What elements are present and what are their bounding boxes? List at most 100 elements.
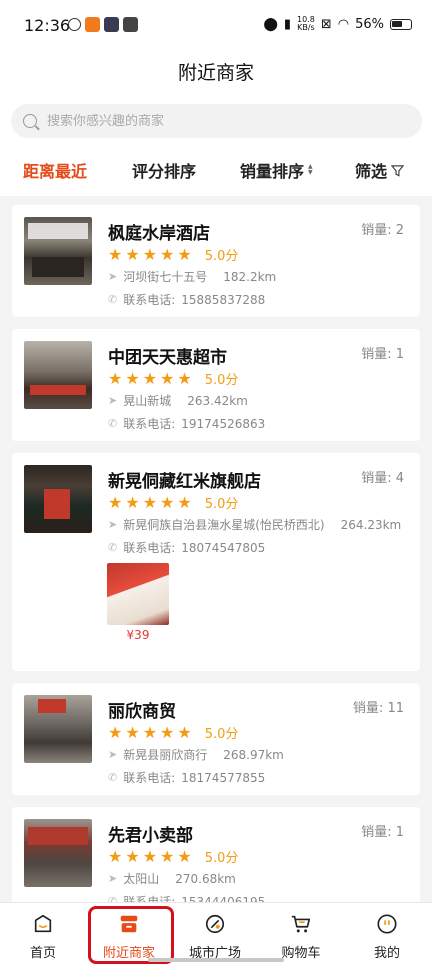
sales-value: 4	[395, 471, 404, 486]
location-arrow-icon: ➤	[108, 872, 118, 885]
search-icon	[23, 114, 37, 128]
star-icon: ★	[108, 369, 123, 388]
star-icon: ★	[125, 723, 140, 742]
tab-home[interactable]: 首页	[0, 903, 86, 964]
cart-icon	[291, 915, 311, 933]
phone-icon: ✆	[108, 771, 118, 784]
phone-number: 15885837288	[181, 292, 266, 307]
address-text: 太阳山	[123, 872, 160, 886]
shop-address: ➤ 太阳山 270.68km	[108, 870, 236, 887]
home-indicator[interactable]	[148, 958, 284, 962]
shop-thumbnail	[24, 465, 92, 533]
star-icon: ★	[125, 847, 140, 866]
sales-value: 1	[395, 347, 404, 362]
phone-label: 联系电话:	[123, 541, 176, 555]
page-title: 附近商家	[177, 62, 254, 84]
network-speed: 10.8 KB/s	[297, 16, 315, 32]
sort-tab-label: 筛选	[355, 162, 388, 181]
distance: 182.2km	[223, 269, 277, 284]
tab-profile[interactable]: 我的	[344, 903, 430, 964]
shop-card[interactable]: 中团天天惠超市 销量: 1 ★ ★ ★ ★ ★ 5.0分 ➤ 晃山新城 263.42km…	[12, 329, 420, 441]
active-tab-highlight	[88, 906, 174, 964]
rating: ★ ★ ★ ★ ★ 5.0分	[108, 847, 238, 866]
star-icon: ★	[177, 847, 192, 866]
star-icon: ★	[108, 847, 123, 866]
sales-label: 销量:	[361, 347, 392, 362]
shop-name: 新晃侗藏红米旗舰店	[108, 472, 261, 492]
star-icon: ★	[177, 723, 192, 742]
sales-label: 销量:	[361, 223, 392, 238]
battery-percent: 56%	[355, 16, 384, 32]
status-time: 12:36	[24, 16, 71, 35]
phone-label: 联系电话:	[123, 293, 176, 307]
tab-label: 首页	[29, 946, 56, 961]
star-icon: ★	[142, 369, 158, 388]
tab-city-square[interactable]: 城市广场	[172, 903, 258, 964]
star-icon: ★	[177, 493, 192, 512]
distance: 263.42km	[187, 393, 248, 408]
shop-phone[interactable]: ✆ 联系电话: 15885837288	[108, 291, 265, 308]
product-item[interactable]: ¥39	[107, 563, 169, 642]
sort-rating-tab[interactable]: 评分排序	[132, 158, 196, 182]
phone-number: 19174526863	[181, 416, 266, 431]
notification-icons	[68, 17, 138, 32]
shop-name: 丽欣商贸	[108, 702, 176, 722]
filter-tab[interactable]: 筛选	[355, 158, 405, 182]
header: 12:36 ⬤ ▮ 10.8 KB/s ⊠ ◠ 56% 附近商家 距离最近	[0, 0, 432, 196]
shop-card[interactable]: 新晃侗藏红米旗舰店 销量: 4 ★ ★ ★ ★ ★ 5.0分 ➤ 新晃侗族自治县潕水星城…	[12, 453, 420, 671]
tab-label: 我的	[373, 946, 400, 961]
location-arrow-icon: ➤	[108, 748, 118, 761]
tab-cart[interactable]: 购物车	[258, 903, 344, 964]
profile-icon	[377, 914, 397, 934]
sort-distance-tab[interactable]: 距离最近	[23, 158, 87, 182]
distance: 270.68km	[175, 871, 236, 886]
shop-phone[interactable]: ✆ 联系电话: 19174526863	[108, 415, 265, 432]
app-notification-icon	[104, 17, 119, 32]
rating-score: 5.0分	[204, 497, 239, 512]
shop-thumbnail	[24, 819, 92, 887]
star-icon: ★	[108, 245, 123, 264]
sort-tab-label: 评分排序	[132, 162, 197, 181]
star-icon: ★	[142, 847, 158, 866]
sales-count: 销量: 11	[353, 697, 404, 716]
shop-list: 枫庭水岸酒店 销量: 2 ★ ★ ★ ★ ★ 5.0分 ➤ 河坝街七十五号 182.2k…	[12, 205, 420, 931]
star-icon: ★	[108, 493, 123, 512]
star-icon: ★	[160, 847, 175, 866]
star-icon: ★	[177, 245, 192, 264]
search-bar[interactable]	[11, 104, 422, 138]
search-input[interactable]	[47, 113, 387, 129]
star-icon: ★	[125, 369, 140, 388]
shop-thumbnail	[24, 217, 92, 285]
shop-phone[interactable]: ✆ 联系电话: 18174577855	[108, 769, 265, 786]
sales-label: 销量:	[361, 825, 392, 840]
rating: ★ ★ ★ ★ ★ 5.0分	[108, 723, 238, 742]
address-text: 晃山新城	[123, 394, 172, 408]
product-image	[107, 563, 169, 625]
star-icon: ★	[142, 493, 158, 512]
no-sim-icon: ⊠	[320, 16, 332, 32]
star-icon: ★	[160, 493, 175, 512]
shop-phone[interactable]: ✆ 联系电话: 18074547805	[108, 539, 265, 556]
shop-card[interactable]: 丽欣商贸 销量: 11 ★ ★ ★ ★ ★ 5.0分 ➤ 新晃县丽欣商行 268.97k…	[12, 683, 420, 795]
sort-tab-label: 销量排序	[240, 162, 305, 181]
sales-count: 销量: 1	[361, 343, 404, 362]
rating-score: 5.0分	[204, 373, 239, 388]
status-bar: 12:36 ⬤ ▮ 10.8 KB/s ⊠ ◠ 56%	[0, 0, 432, 50]
phone-number: 18074547805	[181, 540, 266, 555]
location-arrow-icon: ➤	[108, 518, 118, 531]
sales-value: 11	[387, 701, 404, 716]
phone-icon: ✆	[108, 417, 118, 430]
location-arrow-icon: ➤	[108, 394, 118, 407]
rating-score: 5.0分	[204, 851, 239, 866]
location-arrow-icon: ➤	[108, 270, 118, 283]
address-text: 河坝街七十五号	[123, 270, 208, 284]
phone-icon: ✆	[108, 293, 118, 306]
sort-bar: 距离最近 评分排序 销量排序 ▲ ▼ 筛选	[0, 150, 432, 190]
app-notification-icon	[68, 18, 81, 31]
shop-thumbnail	[24, 341, 92, 409]
bottom-tab-bar: 首页 附近商家 城市广场 购物车 我的	[0, 902, 432, 964]
shop-card[interactable]: 枫庭水岸酒店 销量: 2 ★ ★ ★ ★ ★ 5.0分 ➤ 河坝街七十五号 182.2k…	[12, 205, 420, 317]
sort-sales-tab[interactable]: 销量排序 ▲ ▼	[240, 158, 313, 182]
star-icon: ★	[177, 369, 192, 388]
phone-label: 联系电话:	[123, 417, 176, 431]
